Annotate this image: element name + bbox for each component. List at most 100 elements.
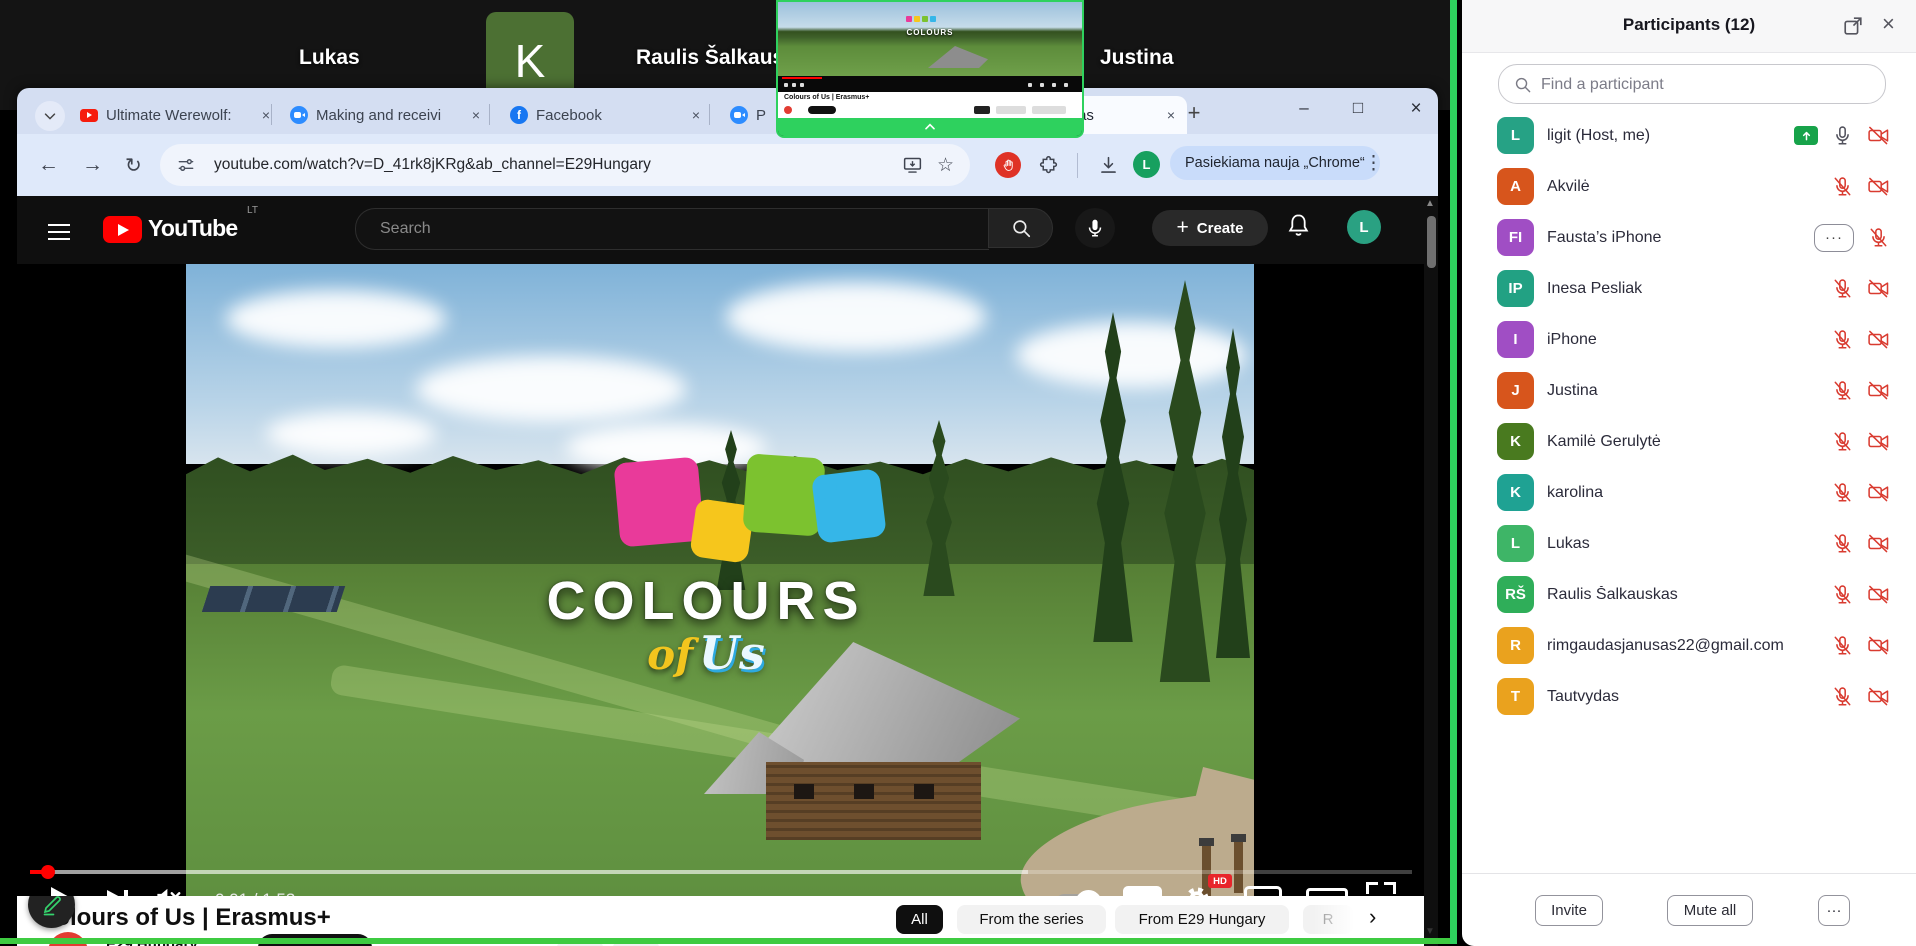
zoom-meeting-screen: Lukas K Raulis Šalkaus Justina Ultimate … xyxy=(0,0,1916,946)
more-options-button[interactable]: ··· xyxy=(1818,895,1850,926)
extensions-puzzle-icon[interactable] xyxy=(1038,155,1059,176)
video-frame[interactable]: COLOURS of Us xyxy=(186,264,1254,896)
tab-divider xyxy=(489,104,490,125)
camera-off-icon xyxy=(1867,430,1890,453)
participant-row[interactable]: R rimgaudasjanusas22@gmail.com xyxy=(1462,620,1916,671)
participant-name: ligit (Host, me) xyxy=(1547,127,1794,145)
youtube-account-avatar[interactable]: L xyxy=(1347,210,1381,244)
participant-name: Tautvydas xyxy=(1547,688,1831,706)
avatar: J xyxy=(1497,372,1534,409)
cloud xyxy=(416,356,686,422)
chevron-up-icon xyxy=(922,119,938,135)
mic-muted-icon xyxy=(1831,379,1854,402)
participant-name: Lukas xyxy=(1547,535,1831,553)
downloads-icon[interactable] xyxy=(1098,155,1119,176)
back-button[interactable]: ← xyxy=(38,134,59,196)
video-overlay-title: COLOURS xyxy=(466,570,946,632)
participant-row[interactable]: FI Fausta’s iPhone ··· xyxy=(1462,212,1916,263)
scrollbar-up-arrow[interactable]: ▲ xyxy=(1425,198,1435,209)
progress-scrubber[interactable] xyxy=(41,865,55,879)
install-app-icon[interactable] xyxy=(902,155,923,176)
puzzle-piece-pink xyxy=(613,456,704,547)
site-info-icon[interactable] xyxy=(176,155,196,175)
browser-menu-kebab[interactable]: ⋮ xyxy=(1364,152,1383,175)
popout-icon[interactable] xyxy=(1842,15,1864,37)
participant-row[interactable]: J Justina xyxy=(1462,365,1916,416)
address-bar[interactable]: youtube.com/watch?v=D_41rk8jKRg&ab_chann… xyxy=(160,144,970,186)
search-button[interactable] xyxy=(988,208,1053,248)
participant-row[interactable]: A Akvilė xyxy=(1462,161,1916,212)
participant-row[interactable]: RŠ Raulis Šalkauskas xyxy=(1462,569,1916,620)
tab-close-icon[interactable]: × xyxy=(690,107,702,123)
participant-name: Kamilė Gerulytė xyxy=(1547,433,1831,451)
participant-row[interactable]: K karolina xyxy=(1462,467,1916,518)
window-maximize-button[interactable]: □ xyxy=(1343,98,1373,118)
tab-label: P xyxy=(756,107,766,124)
reload-button[interactable]: ↻ xyxy=(125,134,142,196)
chrome-update-button[interactable]: Pasiekiama nauja „Chrome“ xyxy=(1170,146,1380,180)
preview-progress xyxy=(782,77,822,79)
avatar: L xyxy=(1497,525,1534,562)
notifications-bell-icon[interactable] xyxy=(1285,212,1312,239)
invite-button[interactable]: Invite xyxy=(1535,895,1603,926)
close-icon[interactable]: × xyxy=(1882,11,1895,37)
camera-off-icon xyxy=(1867,379,1890,402)
search-input[interactable] xyxy=(378,219,942,239)
youtube-menu-hamburger[interactable] xyxy=(48,219,70,245)
participant-row[interactable]: K Kamilė Gerulytė xyxy=(1462,416,1916,467)
search-icon xyxy=(1513,75,1532,94)
camera-off-icon xyxy=(1867,124,1890,147)
new-tab-button[interactable]: + xyxy=(1179,100,1209,130)
create-button[interactable]: + Create xyxy=(1152,210,1268,246)
video-player[interactable]: COLOURS of Us 0:01 / 1:53 CC xyxy=(17,264,1424,896)
find-participant-input[interactable] xyxy=(1539,69,1873,101)
window-close-button[interactable]: × xyxy=(1401,98,1431,120)
participant-row[interactable]: L Lukas xyxy=(1462,518,1916,569)
participant-name: karolina xyxy=(1547,484,1831,502)
camera-off-icon xyxy=(1867,685,1890,708)
tab-close-icon[interactable]: × xyxy=(1165,107,1177,123)
tab-label: Facebook xyxy=(536,107,602,124)
chip-from-series[interactable]: From the series xyxy=(957,905,1106,934)
preview-puzzle-dot xyxy=(914,16,920,22)
tab-zoom-article[interactable]: Making and receivi × xyxy=(280,96,492,134)
chips-next-arrow[interactable]: › xyxy=(1369,904,1376,930)
tab-search-button[interactable] xyxy=(35,101,65,131)
participants-panel: Participants (12) × L ligit (Host, me) A… xyxy=(1462,0,1916,946)
participant-search-box[interactable] xyxy=(1498,64,1886,104)
tab-ultimate-werewolf[interactable]: Ultimate Werewolf: × xyxy=(70,96,282,134)
youtube-logo-text[interactable]: YouTube xyxy=(148,215,237,242)
browser-profile-avatar[interactable]: L xyxy=(1133,151,1160,178)
participant-row[interactable]: L ligit (Host, me) xyxy=(1462,110,1916,161)
avatar: K xyxy=(1497,474,1534,511)
scrollbar-thumb[interactable] xyxy=(1427,216,1436,268)
scrollbar-down-arrow[interactable]: ▼ xyxy=(1425,926,1435,937)
participant-row[interactable]: I iPhone xyxy=(1462,314,1916,365)
preview-collapse-bar[interactable] xyxy=(778,118,1082,136)
participant-more-button[interactable]: ··· xyxy=(1814,224,1854,252)
preview-puzzle-dot xyxy=(906,16,912,22)
participant-row[interactable]: IP Inesa Pesliak xyxy=(1462,263,1916,314)
avatar: L xyxy=(1497,117,1534,154)
participant-row[interactable]: T Tautvydas xyxy=(1462,671,1916,722)
chip-from-e29[interactable]: From E29 Hungary xyxy=(1115,905,1289,934)
cloud xyxy=(226,290,446,348)
chip-all[interactable]: All xyxy=(896,905,943,934)
mic-muted-icon xyxy=(1831,583,1854,606)
mic-muted-icon xyxy=(1831,430,1854,453)
youtube-favicon xyxy=(80,109,98,122)
window-minimize-button[interactable]: – xyxy=(1289,98,1319,118)
voice-search-button[interactable] xyxy=(1075,208,1115,248)
youtube-search-box[interactable] xyxy=(355,208,989,250)
bookmark-star-icon[interactable]: ☆ xyxy=(937,154,954,177)
tab-facebook[interactable]: f Facebook × xyxy=(500,96,712,134)
preview-channel-avatar xyxy=(784,106,792,114)
arrow-up-icon xyxy=(1800,129,1813,142)
mute-all-button[interactable]: Mute all xyxy=(1667,895,1753,926)
tab-close-icon[interactable]: × xyxy=(470,107,482,123)
adblock-extension-icon[interactable] xyxy=(995,152,1021,178)
avatar-initial: K xyxy=(515,34,546,88)
screen-share-preview[interactable]: COLOURS Colours of Us | Erasmus+ xyxy=(776,0,1084,138)
forward-button[interactable]: → xyxy=(82,134,103,196)
youtube-logo-icon[interactable] xyxy=(103,216,142,243)
